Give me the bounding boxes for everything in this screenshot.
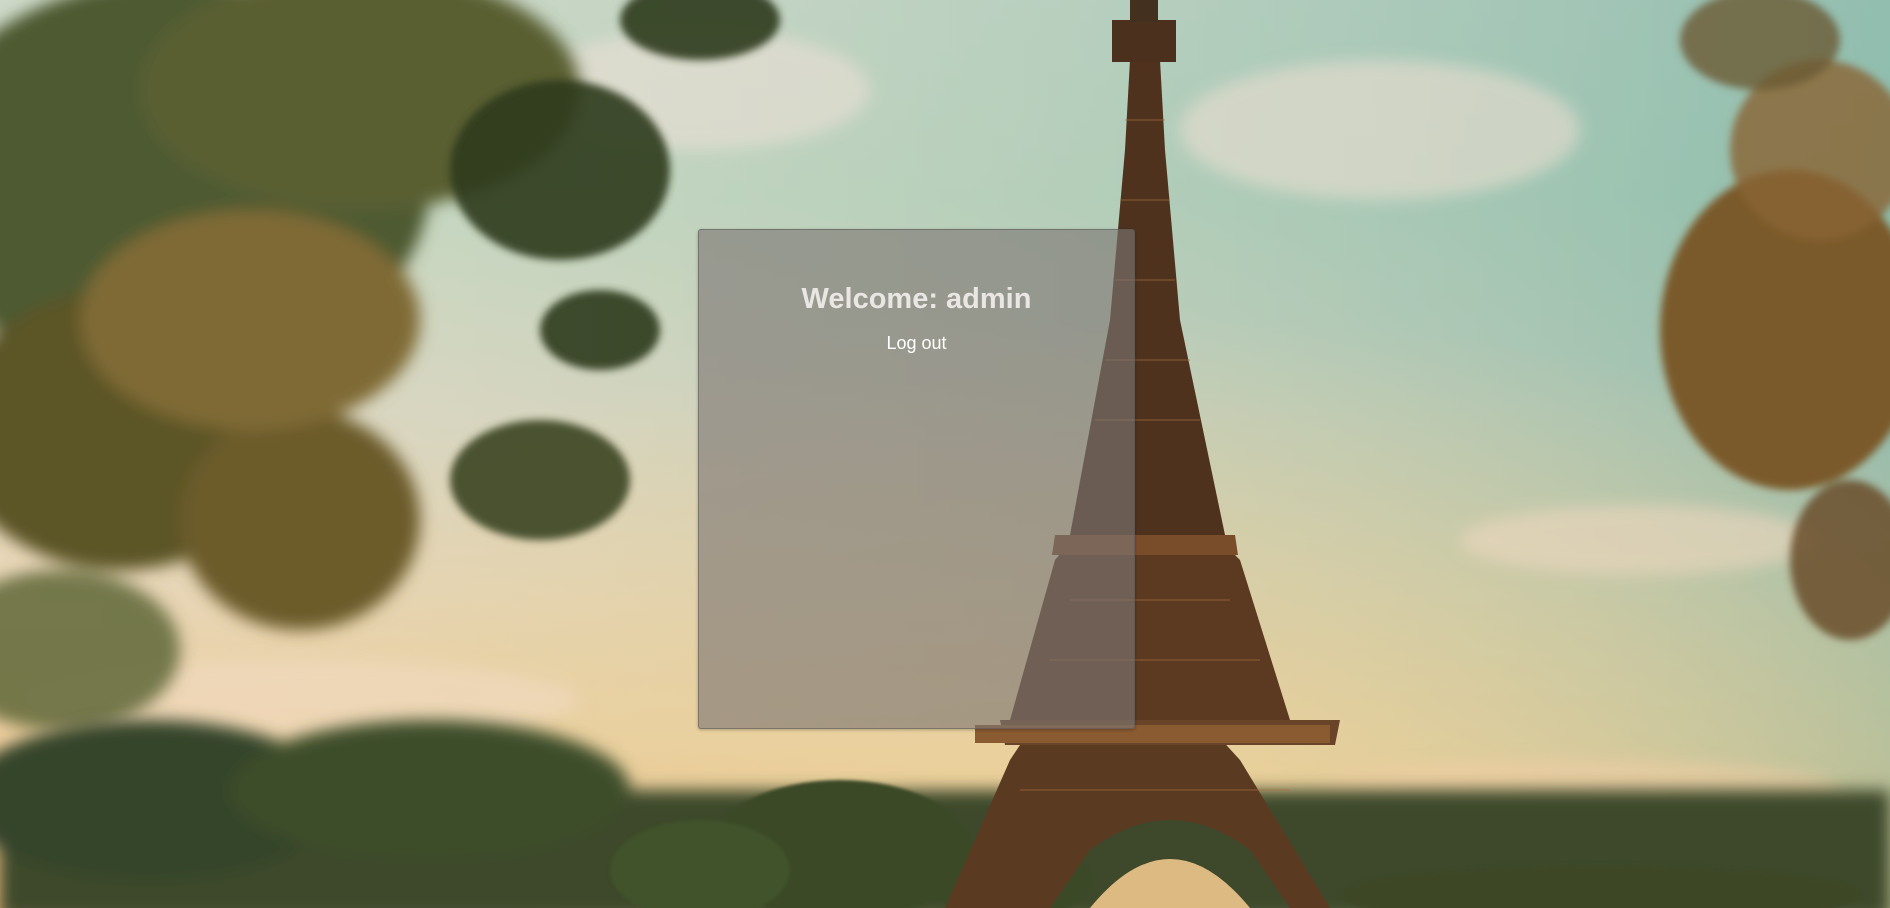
welcome-username: admin xyxy=(946,283,1032,315)
page-background: Welcome: admin Log out xyxy=(0,0,1890,908)
welcome-prefix: Welcome: xyxy=(801,283,938,315)
welcome-panel: Welcome: admin Log out xyxy=(698,229,1135,729)
logout-link[interactable]: Log out xyxy=(886,333,946,354)
welcome-heading: Welcome: admin xyxy=(699,282,1134,317)
